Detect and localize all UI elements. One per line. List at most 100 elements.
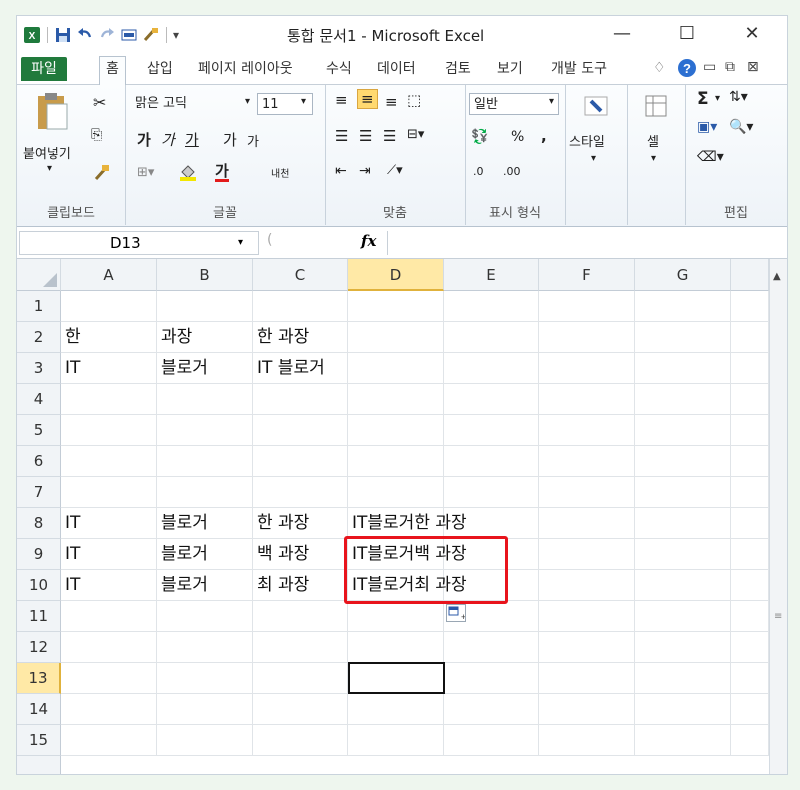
cells-icon[interactable] — [643, 93, 669, 119]
row-header-4[interactable]: 4 — [17, 384, 61, 415]
align-center-icon[interactable]: ☰ — [359, 127, 372, 145]
auto-fill-options-icon[interactable]: + — [446, 604, 466, 622]
row-header-13[interactable]: 13 — [17, 663, 61, 694]
cell-d5[interactable] — [348, 415, 444, 446]
cell-b1[interactable] — [157, 291, 253, 322]
cell-c9[interactable]: 백 과장 — [253, 539, 348, 570]
cell-c11[interactable] — [253, 601, 348, 632]
styles-button[interactable]: 스타일 — [569, 131, 605, 150]
cell-b10[interactable]: 블로거 — [157, 570, 253, 601]
close-button[interactable]: ✕ — [732, 20, 772, 48]
insert-function-icon[interactable]: fx — [361, 232, 376, 250]
cells-button[interactable]: 셀 — [647, 131, 659, 150]
border-icon[interactable]: ⊞▾ — [137, 165, 154, 180]
cell-d11[interactable] — [348, 601, 444, 632]
save-icon[interactable] — [54, 26, 72, 44]
cell-partial[interactable] — [731, 632, 769, 663]
cell-e6[interactable] — [444, 446, 539, 477]
tab-page-layout[interactable]: 페이지 레이아웃 — [192, 57, 299, 81]
cell-b14[interactable] — [157, 694, 253, 725]
align-top-icon[interactable]: ≡ — [335, 91, 348, 109]
column-header-g[interactable]: G — [635, 259, 731, 291]
shrink-font-button[interactable]: 가 — [247, 131, 259, 150]
cell-d15[interactable] — [348, 725, 444, 756]
close-workbook-icon[interactable]: ⊠ — [747, 59, 759, 75]
cell-f13[interactable] — [539, 663, 635, 694]
form-icon[interactable] — [120, 26, 138, 44]
column-header-b[interactable]: B — [157, 259, 253, 291]
comma-button[interactable]: , — [541, 127, 547, 145]
increase-decimal-button[interactable]: .0 — [473, 165, 484, 178]
increase-indent-icon[interactable]: ⇥ — [359, 163, 371, 179]
align-right-icon[interactable]: ☰ — [383, 127, 396, 145]
decrease-indent-icon[interactable]: ⇤ — [335, 163, 347, 179]
cell-f1[interactable] — [539, 291, 635, 322]
italic-button[interactable]: 가 — [161, 129, 175, 150]
wrap-text-icon[interactable]: ⬚ — [407, 91, 421, 109]
cell-a14[interactable] — [61, 694, 157, 725]
cell-partial[interactable] — [731, 477, 769, 508]
tab-file[interactable]: 파일 — [21, 57, 67, 81]
column-header-partial[interactable] — [731, 259, 769, 291]
cell-d14[interactable] — [348, 694, 444, 725]
tab-insert[interactable]: 삽입 — [141, 57, 179, 81]
cell-partial[interactable] — [731, 570, 769, 601]
align-bottom-icon[interactable]: ≡ — [385, 93, 398, 111]
row-header-7[interactable]: 7 — [17, 477, 61, 508]
cell-a4[interactable] — [61, 384, 157, 415]
cell-e4[interactable] — [444, 384, 539, 415]
worksheet-grid[interactable]: A B C D E F G 1 2 한 과장 한 과장 3 IT 블로거 IT 블로거 4 5 6 7 8 IT 블로거 한 … — [17, 259, 769, 774]
cell-e7[interactable] — [444, 477, 539, 508]
format-painter-quick-icon[interactable] — [142, 26, 160, 44]
cell-b13[interactable] — [157, 663, 253, 694]
percent-button[interactable]: % — [511, 129, 524, 145]
format-painter-icon[interactable] — [93, 163, 111, 181]
cell-partial[interactable] — [731, 601, 769, 632]
cell-g13[interactable] — [635, 663, 731, 694]
cell-e12[interactable] — [444, 632, 539, 663]
row-header-6[interactable]: 6 — [17, 446, 61, 477]
cell-g4[interactable] — [635, 384, 731, 415]
column-header-c[interactable]: C — [253, 259, 348, 291]
minimize-workbook-icon[interactable]: ▭ — [703, 59, 716, 75]
cell-e15[interactable] — [444, 725, 539, 756]
font-name-dropdown-icon[interactable]: ▾ — [245, 96, 250, 107]
cell-c12[interactable] — [253, 632, 348, 663]
cell-d7[interactable] — [348, 477, 444, 508]
cell-a5[interactable] — [61, 415, 157, 446]
paste-dropdown-icon[interactable]: ▾ — [47, 163, 52, 174]
help-icon[interactable]: ? — [677, 58, 697, 78]
scroll-thumb-grip-icon[interactable]: ≡ — [774, 611, 782, 622]
decrease-decimal-button[interactable]: .00 — [503, 165, 521, 178]
clear-icon[interactable]: ⌫▾ — [697, 149, 724, 165]
row-header-15[interactable]: 15 — [17, 725, 61, 756]
cell-f11[interactable] — [539, 601, 635, 632]
cell-e3[interactable] — [444, 353, 539, 384]
sort-filter-icon[interactable]: ⇅▾ — [729, 89, 748, 105]
column-header-f[interactable]: F — [539, 259, 635, 291]
cell-f12[interactable] — [539, 632, 635, 663]
redo-icon[interactable] — [98, 26, 116, 44]
tab-developer[interactable]: 개발 도구 — [545, 57, 613, 81]
styles-icon[interactable] — [583, 93, 609, 119]
cell-partial[interactable] — [731, 322, 769, 353]
cell-a2[interactable]: 한 — [61, 322, 157, 353]
cell-e1[interactable] — [444, 291, 539, 322]
cell-a8[interactable]: IT — [61, 508, 157, 539]
cell-f14[interactable] — [539, 694, 635, 725]
tab-review[interactable]: 검토 — [439, 57, 477, 81]
paste-icon[interactable] — [35, 91, 69, 131]
cell-a1[interactable] — [61, 291, 157, 322]
cell-partial[interactable] — [731, 508, 769, 539]
cell-g2[interactable] — [635, 322, 731, 353]
merge-center-icon[interactable]: ⊟▾ — [407, 127, 424, 142]
cell-d2[interactable] — [348, 322, 444, 353]
cell-c5[interactable] — [253, 415, 348, 446]
restore-workbook-icon[interactable]: ⧉ — [725, 59, 735, 75]
font-name-select[interactable]: 맑은 고딕 — [131, 93, 241, 115]
cell-b15[interactable] — [157, 725, 253, 756]
orientation-icon[interactable]: ⟋▾ — [387, 163, 403, 178]
cell-d6[interactable] — [348, 446, 444, 477]
cell-d8[interactable]: IT블로거한 과장 — [348, 508, 467, 539]
cell-a13[interactable] — [61, 663, 157, 694]
